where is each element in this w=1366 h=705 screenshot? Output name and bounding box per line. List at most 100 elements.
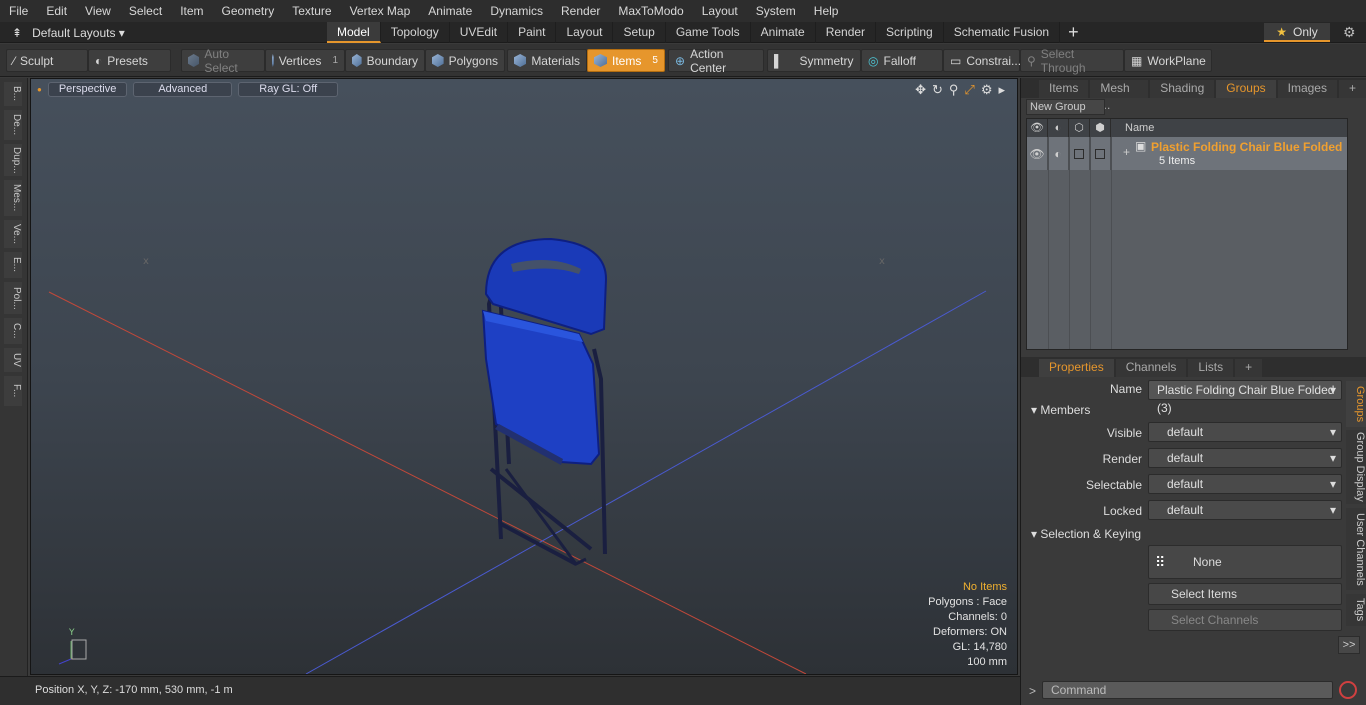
selectable-select[interactable]: default	[1148, 474, 1342, 494]
polygons-button[interactable]: Polygons	[425, 49, 505, 72]
menu-geometry[interactable]: Geometry	[213, 0, 284, 22]
tab-groups[interactable]: Groups	[1216, 80, 1276, 98]
menu-system[interactable]: System	[747, 0, 805, 22]
menu-view[interactable]: View	[76, 0, 120, 22]
tab-lists[interactable]: Lists	[1188, 359, 1234, 377]
raygl-button[interactable]: Ray GL: Off	[238, 81, 339, 97]
workplane-button[interactable]: ▦ WorkPlane	[1124, 49, 1212, 72]
zoom-view-icon[interactable]: ⚲	[949, 82, 959, 98]
menu-maxtomodo[interactable]: MaxToModo	[609, 0, 692, 22]
strip-tab-deform[interactable]: De...	[4, 110, 22, 140]
advanced-button[interactable]: Advanced	[133, 81, 233, 97]
add-prop-tab-icon[interactable]: +	[1235, 359, 1263, 377]
tab-shading[interactable]: Shading	[1150, 80, 1215, 98]
materials-button[interactable]: Materials	[507, 49, 587, 72]
viewport-settings-icon[interactable]: ⚙	[981, 82, 993, 98]
strip-tab-uv[interactable]: UV	[4, 348, 22, 372]
strip-tab-mesh[interactable]: Mes...	[4, 180, 22, 216]
record-icon[interactable]	[1339, 681, 1357, 699]
strip-tab-polygon[interactable]: Pol...	[4, 282, 22, 314]
menu-item[interactable]: Item	[171, 0, 212, 22]
3d-viewport[interactable]: x x Y ● Perspective Advanced Ray GL: Off…	[30, 78, 1018, 675]
visible-select[interactable]: default	[1148, 422, 1342, 442]
strip-tab-curve[interactable]: C...	[4, 318, 22, 344]
group-lock-checkbox[interactable]	[1095, 148, 1105, 159]
tab-uvedit[interactable]: UVEdit	[450, 22, 509, 43]
only-toggle[interactable]: ★ Only	[1264, 23, 1330, 42]
gear-icon[interactable]: ⚙	[1343, 24, 1356, 41]
tab-mesh[interactable]: Mesh ...	[1090, 80, 1149, 112]
tab-paint[interactable]: Paint	[508, 22, 557, 43]
strip-tab-vertex[interactable]: Ve...	[4, 220, 22, 248]
auto-select-button[interactable]: Auto Select	[181, 47, 265, 75]
menu-file[interactable]: File	[0, 0, 37, 22]
presets-button[interactable]: ◐ Presets	[88, 49, 171, 72]
menu-animate[interactable]: Animate	[419, 0, 481, 22]
viewport-dot-icon[interactable]: ●	[37, 85, 42, 94]
perspective-button[interactable]: Perspective	[47, 81, 128, 97]
symmetry-button[interactable]: ▌ Symmetry	[767, 49, 861, 72]
strip-tab-fusion[interactable]: F...	[4, 376, 22, 406]
menu-layout[interactable]: Layout	[693, 0, 747, 22]
select-col-icon[interactable]: ⬡	[1069, 119, 1090, 137]
constraints-button[interactable]: ▭ Constrai...	[943, 49, 1021, 72]
select-channels-button[interactable]: Select Channels	[1148, 609, 1342, 631]
falloff-button[interactable]: ◎ Falloff	[861, 49, 943, 72]
menu-select[interactable]: Select	[120, 0, 171, 22]
tab-images[interactable]: Images	[1277, 80, 1337, 98]
action-center-button[interactable]: ⊕ Action Center	[668, 47, 764, 75]
tab-render[interactable]: Render	[816, 22, 877, 43]
tab-game-tools[interactable]: Game Tools	[666, 22, 751, 43]
select-through-button[interactable]: ⚲ Select Through	[1020, 47, 1124, 75]
tab-topology[interactable]: Topology	[381, 22, 450, 43]
side-tab-groups[interactable]: Groups	[1346, 381, 1366, 427]
expand-more-button[interactable]: >>	[1338, 636, 1360, 654]
new-group-button[interactable]: New Group	[1026, 99, 1105, 115]
tab-properties[interactable]: Properties	[1039, 359, 1114, 377]
add-tab-icon[interactable]: +	[1060, 22, 1087, 43]
visibility-col-icon[interactable]: 👁	[1027, 119, 1048, 137]
members-section[interactable]: ▾ Members	[1031, 401, 1090, 419]
expand-icon[interactable]: +	[1123, 145, 1130, 159]
group-render-icon[interactable]: ◐	[1048, 137, 1069, 170]
menu-vertex-map[interactable]: Vertex Map	[341, 0, 420, 22]
tab-animate[interactable]: Animate	[751, 22, 816, 43]
name-field[interactable]: Plastic Folding Chair Blue Folded (3)	[1148, 380, 1342, 415]
menu-help[interactable]: Help	[805, 0, 848, 22]
side-tab-tags[interactable]: Tags	[1346, 594, 1366, 626]
move-view-icon[interactable]: ✥	[915, 82, 926, 98]
render-select[interactable]: default	[1148, 448, 1342, 468]
menu-edit[interactable]: Edit	[37, 0, 76, 22]
locked-select[interactable]: default	[1148, 500, 1342, 520]
tab-model[interactable]: Model	[327, 22, 381, 43]
menu-dynamics[interactable]: Dynamics	[481, 0, 552, 22]
tab-items[interactable]: Items	[1039, 80, 1089, 98]
boundary-button[interactable]: Boundary	[345, 49, 425, 72]
group-visibility-icon[interactable]: 👁	[1027, 137, 1048, 170]
strip-tab-edge[interactable]: E...	[4, 252, 22, 278]
maximize-view-icon[interactable]: ⤢	[964, 82, 974, 98]
sculpt-button[interactable]: ⁄ Sculpt	[6, 49, 88, 72]
items-button[interactable]: Items 5	[587, 49, 665, 72]
menu-render[interactable]: Render	[552, 0, 609, 22]
lock-col-icon[interactable]: ⬢	[1090, 119, 1111, 137]
add-scene-tab-icon[interactable]: +	[1338, 80, 1366, 98]
group-select-checkbox[interactable]	[1074, 148, 1084, 159]
menu-texture[interactable]: Texture	[283, 0, 340, 22]
group-row[interactable]: 👁 ◐ + ▣ Plastic Folding Chair Blue Folde…	[1027, 137, 1347, 170]
tab-layout[interactable]: Layout	[556, 22, 614, 43]
strip-tab-duplicate[interactable]: Dup...	[4, 144, 22, 176]
layouts-dropdown[interactable]: ⇞ Default Layouts ▾	[12, 22, 125, 43]
side-tab-user-channels[interactable]: User Channels	[1346, 508, 1366, 590]
rotate-view-icon[interactable]: ↻	[932, 82, 943, 98]
strip-tab-basic[interactable]: B...	[4, 82, 22, 106]
side-tab-group-display[interactable]: Group Display	[1346, 430, 1366, 504]
select-items-button[interactable]: Select Items	[1148, 583, 1342, 605]
viewport-arrow-icon[interactable]: ▸	[998, 82, 1005, 98]
tab-scripting[interactable]: Scripting	[876, 22, 944, 43]
render-col-icon[interactable]: ◐	[1048, 119, 1069, 137]
command-input[interactable]: Command	[1042, 681, 1333, 699]
tab-schematic-fusion[interactable]: Schematic Fusion	[944, 22, 1061, 43]
tab-setup[interactable]: Setup	[613, 22, 666, 43]
tab-channels[interactable]: Channels	[1115, 359, 1187, 377]
